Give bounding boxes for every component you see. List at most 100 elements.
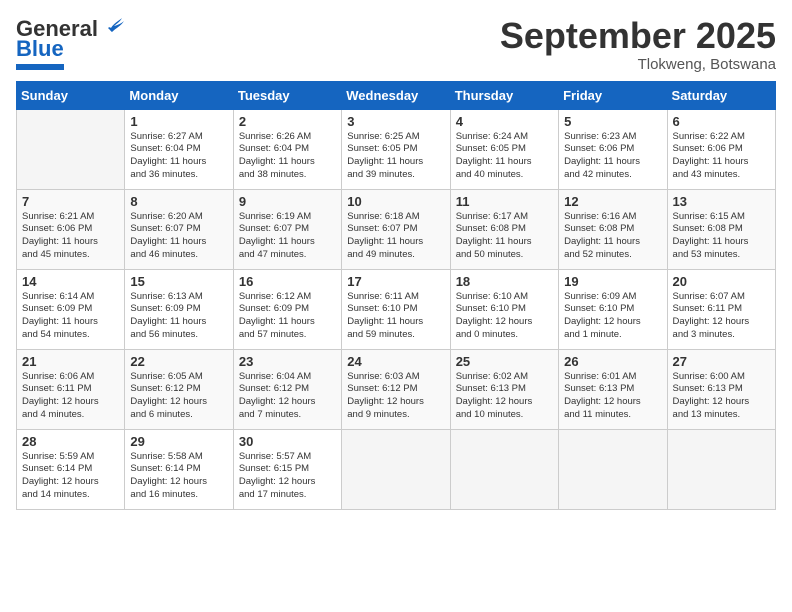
day-info: Sunrise: 6:14 AM Sunset: 6:09 PM Dayligh… (22, 291, 119, 342)
calendar-cell: 7 Sunrise: 6:21 AM Sunset: 6:06 PM Daylig… (17, 189, 125, 269)
day-info: Sunrise: 6:15 AM Sunset: 6:08 PM Dayligh… (673, 211, 770, 262)
day-number: 19 (564, 274, 661, 289)
day-info: Sunrise: 6:09 AM Sunset: 6:10 PM Dayligh… (564, 291, 661, 342)
calendar-cell: 12 Sunrise: 6:16 AM Sunset: 6:08 PM Dayli… (559, 189, 667, 269)
day-info: Sunrise: 5:58 AM Sunset: 6:14 PM Dayligh… (130, 451, 227, 502)
day-info: Sunrise: 6:20 AM Sunset: 6:07 PM Dayligh… (130, 211, 227, 262)
day-number: 14 (22, 274, 119, 289)
day-info: Sunrise: 6:02 AM Sunset: 6:13 PM Dayligh… (456, 371, 553, 422)
calendar-cell (342, 429, 450, 509)
day-info: Sunrise: 6:27 AM Sunset: 6:04 PM Dayligh… (130, 131, 227, 182)
calendar-cell: 27Sunrise: 6:00 AM Sunset: 6:13 PM Dayli… (667, 349, 775, 429)
calendar-cell: 24 Sunrise: 6:03 AM Sunset: 6:12 PM Dayli… (342, 349, 450, 429)
weekday-header: Friday (559, 81, 667, 109)
calendar-cell: 19 Sunrise: 6:09 AM Sunset: 6:10 PM Dayli… (559, 269, 667, 349)
day-number: 9 (239, 194, 336, 209)
weekday-header: Monday (125, 81, 233, 109)
day-number: 13 (673, 194, 770, 209)
calendar-cell: 29Sunrise: 5:58 AM Sunset: 6:14 PM Dayli… (125, 429, 233, 509)
day-number: 3 (347, 114, 444, 129)
calendar-cell: 25 Sunrise: 6:02 AM Sunset: 6:13 PM Dayli… (450, 349, 558, 429)
day-info: Sunrise: 6:04 AM Sunset: 6:12 PM Dayligh… (239, 371, 336, 422)
title-block: September 2025 Tlokweng, Botswana (500, 16, 776, 73)
calendar-cell: 6 Sunrise: 6:22 AM Sunset: 6:06 PM Daylig… (667, 109, 775, 189)
calendar-cell: 21Sunrise: 6:06 AM Sunset: 6:11 PM Dayli… (17, 349, 125, 429)
day-number: 23 (239, 354, 336, 369)
calendar-week-row: 7 Sunrise: 6:21 AM Sunset: 6:06 PM Daylig… (17, 189, 776, 269)
day-number: 4 (456, 114, 553, 129)
day-info: Sunrise: 6:10 AM Sunset: 6:10 PM Dayligh… (456, 291, 553, 342)
day-info: Sunrise: 6:17 AM Sunset: 6:08 PM Dayligh… (456, 211, 553, 262)
calendar-week-row: 28Sunrise: 5:59 AM Sunset: 6:14 PM Dayli… (17, 429, 776, 509)
day-number: 8 (130, 194, 227, 209)
page-header: General Blue September 2025 Tlokweng, Bo… (16, 16, 776, 73)
day-number: 7 (22, 194, 119, 209)
day-info: Sunrise: 6:12 AM Sunset: 6:09 PM Dayligh… (239, 291, 336, 342)
calendar-cell: 3 Sunrise: 6:25 AM Sunset: 6:05 PM Daylig… (342, 109, 450, 189)
day-info: Sunrise: 6:05 AM Sunset: 6:12 PM Dayligh… (130, 371, 227, 422)
weekday-header: Wednesday (342, 81, 450, 109)
weekday-header: Sunday (17, 81, 125, 109)
calendar-cell: 18 Sunrise: 6:10 AM Sunset: 6:10 PM Dayli… (450, 269, 558, 349)
location-text: Tlokweng, Botswana (500, 56, 776, 73)
day-info: Sunrise: 6:21 AM Sunset: 6:06 PM Dayligh… (22, 211, 119, 262)
day-info: Sunrise: 6:18 AM Sunset: 6:07 PM Dayligh… (347, 211, 444, 262)
day-number: 28 (22, 434, 119, 449)
calendar-cell: 17 Sunrise: 6:11 AM Sunset: 6:10 PM Dayli… (342, 269, 450, 349)
calendar-cell: 9 Sunrise: 6:19 AM Sunset: 6:07 PM Daylig… (233, 189, 341, 269)
day-info: Sunrise: 6:26 AM Sunset: 6:04 PM Dayligh… (239, 131, 336, 182)
day-number: 10 (347, 194, 444, 209)
day-number: 21 (22, 354, 119, 369)
day-info: Sunrise: 6:11 AM Sunset: 6:10 PM Dayligh… (347, 291, 444, 342)
calendar-cell: 15Sunrise: 6:13 AM Sunset: 6:09 PM Dayli… (125, 269, 233, 349)
day-number: 25 (456, 354, 553, 369)
day-info: Sunrise: 6:19 AM Sunset: 6:07 PM Dayligh… (239, 211, 336, 262)
day-info: Sunrise: 6:01 AM Sunset: 6:13 PM Dayligh… (564, 371, 661, 422)
day-number: 18 (456, 274, 553, 289)
day-info: Sunrise: 5:57 AM Sunset: 6:15 PM Dayligh… (239, 451, 336, 502)
day-number: 16 (239, 274, 336, 289)
calendar-cell: 28Sunrise: 5:59 AM Sunset: 6:14 PM Dayli… (17, 429, 125, 509)
day-number: 26 (564, 354, 661, 369)
day-number: 11 (456, 194, 553, 209)
calendar-cell (667, 429, 775, 509)
day-info: Sunrise: 6:24 AM Sunset: 6:05 PM Dayligh… (456, 131, 553, 182)
calendar-cell: 8 Sunrise: 6:20 AM Sunset: 6:07 PM Daylig… (125, 189, 233, 269)
day-info: Sunrise: 6:25 AM Sunset: 6:05 PM Dayligh… (347, 131, 444, 182)
logo-underline (16, 64, 64, 70)
day-number: 5 (564, 114, 661, 129)
calendar-cell: 13 Sunrise: 6:15 AM Sunset: 6:08 PM Dayli… (667, 189, 775, 269)
calendar-week-row: 14 Sunrise: 6:14 AM Sunset: 6:09 PM Dayli… (17, 269, 776, 349)
day-info: Sunrise: 6:03 AM Sunset: 6:12 PM Dayligh… (347, 371, 444, 422)
month-title: September 2025 (500, 16, 776, 56)
calendar-cell: 20Sunrise: 6:07 AM Sunset: 6:11 PM Dayli… (667, 269, 775, 349)
weekday-header: Tuesday (233, 81, 341, 109)
day-info: Sunrise: 6:00 AM Sunset: 6:13 PM Dayligh… (673, 371, 770, 422)
calendar-week-row: 1Sunrise: 6:27 AM Sunset: 6:04 PM Daylig… (17, 109, 776, 189)
logo: General Blue (16, 16, 124, 70)
calendar-cell: 26 Sunrise: 6:01 AM Sunset: 6:13 PM Dayli… (559, 349, 667, 429)
day-info: Sunrise: 6:07 AM Sunset: 6:11 PM Dayligh… (673, 291, 770, 342)
day-info: Sunrise: 6:16 AM Sunset: 6:08 PM Dayligh… (564, 211, 661, 262)
calendar-week-row: 21Sunrise: 6:06 AM Sunset: 6:11 PM Dayli… (17, 349, 776, 429)
day-number: 6 (673, 114, 770, 129)
calendar-cell: 23 Sunrise: 6:04 AM Sunset: 6:12 PM Dayli… (233, 349, 341, 429)
calendar-cell: 5 Sunrise: 6:23 AM Sunset: 6:06 PM Daylig… (559, 109, 667, 189)
day-number: 12 (564, 194, 661, 209)
calendar-header-row: SundayMondayTuesdayWednesdayThursdayFrid… (17, 81, 776, 109)
calendar-cell: 11 Sunrise: 6:17 AM Sunset: 6:08 PM Dayli… (450, 189, 558, 269)
calendar-table: SundayMondayTuesdayWednesdayThursdayFrid… (16, 81, 776, 510)
calendar-cell: 30Sunrise: 5:57 AM Sunset: 6:15 PM Dayli… (233, 429, 341, 509)
day-number: 17 (347, 274, 444, 289)
day-number: 24 (347, 354, 444, 369)
calendar-cell (559, 429, 667, 509)
logo-blue-text: Blue (16, 36, 64, 62)
calendar-cell: 1Sunrise: 6:27 AM Sunset: 6:04 PM Daylig… (125, 109, 233, 189)
day-info: Sunrise: 6:23 AM Sunset: 6:06 PM Dayligh… (564, 131, 661, 182)
logo-bird-icon (102, 16, 124, 38)
day-info: Sunrise: 6:22 AM Sunset: 6:06 PM Dayligh… (673, 131, 770, 182)
calendar-cell: 10 Sunrise: 6:18 AM Sunset: 6:07 PM Dayli… (342, 189, 450, 269)
calendar-cell: 16 Sunrise: 6:12 AM Sunset: 6:09 PM Dayli… (233, 269, 341, 349)
day-number: 2 (239, 114, 336, 129)
calendar-cell (450, 429, 558, 509)
